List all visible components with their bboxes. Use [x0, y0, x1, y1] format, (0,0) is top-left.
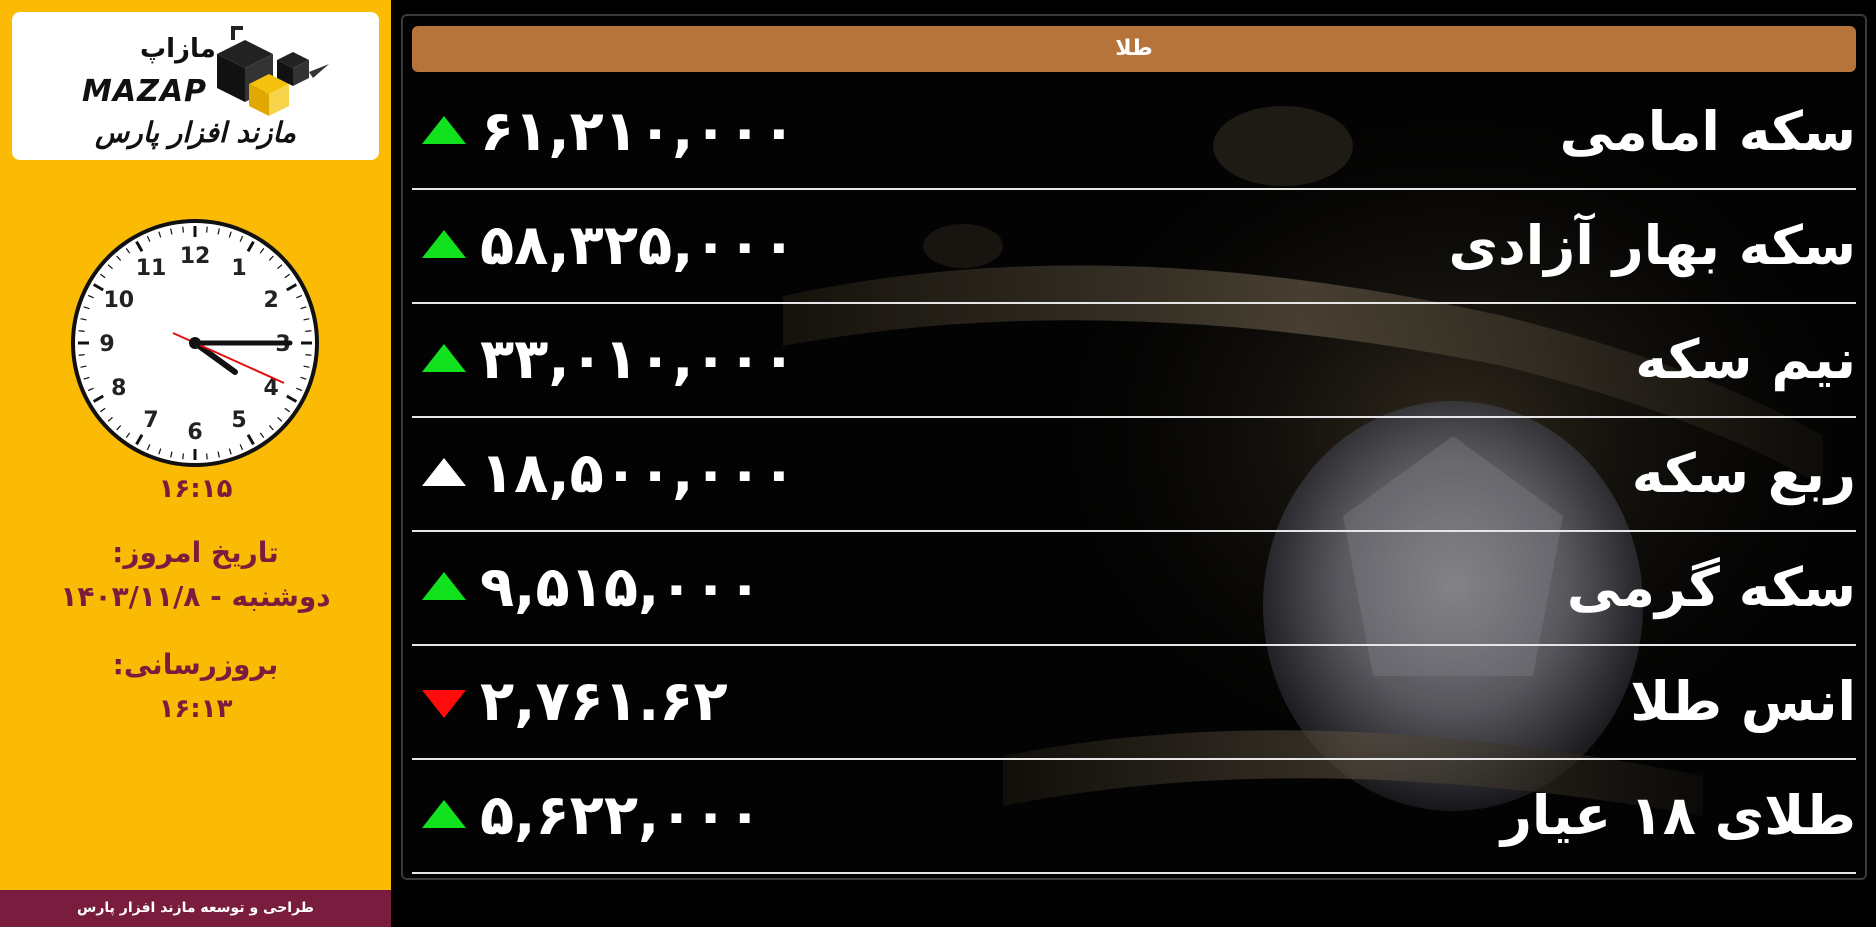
item-name: ربع سکه: [1631, 442, 1856, 505]
clock-minute-tick: [78, 330, 85, 332]
price-board: طلا سکه امامی ۶۱,۲۱۰,۰۰۰ سکه بهار آزادی …: [401, 14, 1867, 880]
item-price: ۹,۵۱۵,۰۰۰: [480, 555, 762, 620]
clock-numeral: 12: [180, 244, 211, 269]
logo-name-fa: مازاپ: [140, 34, 216, 64]
clock-digital-time: ۱۶:۱۵: [158, 474, 233, 504]
trend-up-icon: [422, 116, 466, 144]
item-name: سکه بهار آزادی: [1448, 214, 1856, 277]
price-row: سکه گرمی ۹,۵۱۵,۰۰۰: [412, 532, 1856, 646]
clock-minute-tick: [78, 354, 85, 356]
item-name: نیم سکه: [1635, 328, 1856, 391]
clock-numeral: 2: [264, 288, 279, 313]
clock-numeral: 10: [103, 288, 134, 313]
trend-down-icon: [422, 690, 466, 718]
item-price: ۲,۷۶۱.۶۲: [480, 669, 728, 734]
trend-up-icon: [422, 344, 466, 372]
clock-numeral: 1: [231, 256, 246, 281]
clock-numeral: 7: [143, 408, 158, 433]
price-row: طلای ۱۸ عیار ۵,۶۲۲,۰۰۰: [412, 760, 1856, 874]
footer-credit: طراحی و توسعه مازند افزار پارس: [0, 890, 391, 927]
item-price: ۱۸,۵۰۰,۰۰۰: [480, 441, 796, 506]
logo-name-en: MAZAP: [82, 74, 208, 109]
trend-neutral-icon: [422, 458, 466, 486]
clock-minute-tick: [182, 453, 184, 460]
trend-up-icon: [422, 800, 466, 828]
logo-cubes-icon: [217, 26, 329, 116]
price-row: سکه بهار آزادی ۵۸,۳۲۵,۰۰۰: [412, 190, 1856, 304]
price-list: سکه امامی ۶۱,۲۱۰,۰۰۰ سکه بهار آزادی ۵۸,۳…: [412, 76, 1856, 874]
trend-up-icon: [422, 572, 466, 600]
clock-minute-tick: [305, 330, 312, 332]
item-name: انس طلا: [1630, 670, 1856, 733]
item-name: طلای ۱۸ عیار: [1500, 784, 1856, 847]
analog-clock: 121234567891011: [71, 219, 319, 467]
clock-numeral: 5: [231, 408, 246, 433]
item-price: ۵۸,۳۲۵,۰۰۰: [480, 213, 796, 278]
clock-minute-tick: [206, 453, 208, 460]
update-value: ۱۶:۱۳: [158, 694, 233, 724]
item-price: ۳۳,۰۱۰,۰۰۰: [480, 327, 796, 392]
price-row: نیم سکه ۳۳,۰۱۰,۰۰۰: [412, 304, 1856, 418]
clock-numeral: 11: [136, 256, 167, 281]
clock-numeral: 9: [99, 332, 114, 357]
price-row: ربع سکه ۱۸,۵۰۰,۰۰۰: [412, 418, 1856, 532]
clock-numeral: 6: [187, 420, 202, 445]
price-row: انس طلا ۲,۷۶۱.۶۲: [412, 646, 1856, 760]
sidebar: مازاپ MAZAP مازند افزار پارس 12123456789…: [0, 0, 391, 927]
date-label: تاریخ امروز:: [112, 536, 279, 569]
trend-up-icon: [422, 230, 466, 258]
date-value: دوشنبه - ۱۴۰۳/۱۱/۸: [60, 580, 331, 613]
update-label: بروزرسانی:: [112, 648, 279, 681]
clock-minute-tick: [305, 354, 312, 356]
item-name: سکه امامی: [1559, 100, 1856, 163]
item-name: سکه گرمی: [1566, 556, 1856, 619]
clock-numeral: 8: [111, 376, 126, 401]
category-header: طلا: [412, 26, 1856, 72]
logo-tagline: مازند افزار پارس: [95, 116, 296, 149]
price-row: سکه امامی ۶۱,۲۱۰,۰۰۰: [412, 76, 1856, 190]
clock-minute-tick: [182, 226, 184, 233]
clock-minute-tick: [206, 226, 208, 233]
item-price: ۶۱,۲۱۰,۰۰۰: [480, 99, 796, 164]
item-price: ۵,۶۲۲,۰۰۰: [480, 783, 762, 848]
logo-card: مازاپ MAZAP مازند افزار پارس: [12, 12, 379, 160]
